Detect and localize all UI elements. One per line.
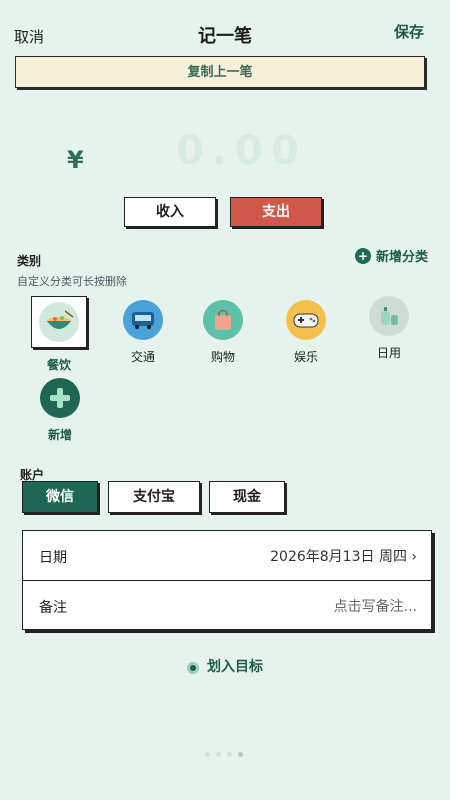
expense-tab[interactable]: 支出 [230, 197, 322, 227]
note-input[interactable]: 点击写备注... [334, 596, 417, 616]
save-button[interactable]: 保存 [394, 21, 424, 42]
category-item-label: 餐饮 [46, 358, 71, 372]
account-option-alipay[interactable]: 支付宝 [108, 481, 200, 513]
details-panel: 日期 2026年8月13日 周四 › 备注 点击写备注... [22, 530, 432, 630]
category-item-transport[interactable]: 交通 [107, 300, 179, 365]
date-label: 日期 [39, 550, 67, 566]
page-dot [205, 752, 210, 757]
bowl-icon [39, 302, 79, 342]
page-dot [238, 752, 243, 757]
page-dot [216, 752, 221, 757]
account-option-cash[interactable]: 现金 [209, 481, 285, 513]
daily-goods-icon [369, 296, 409, 336]
category-item-label: 新增 [47, 428, 72, 442]
gamepad-icon [286, 300, 326, 340]
category-item-label: 交通 [130, 350, 155, 364]
page-title: 记一笔 [198, 26, 252, 47]
copy-last-button[interactable]: 复制上一笔 [15, 56, 425, 88]
account-option-wechat[interactable]: 微信 [22, 481, 98, 513]
date-value: 2026年8月13日 周四 › [270, 549, 417, 565]
category-item-add[interactable]: 新增 [24, 378, 96, 443]
category-item-label: 娱乐 [293, 350, 318, 364]
category-item-dining[interactable]: 餐饮 [23, 296, 95, 373]
amount-input[interactable]: 0.00 [176, 128, 307, 174]
category-hint: 自定义分类可长按删除 [17, 275, 127, 288]
add-category-label: 新增分类 [375, 250, 428, 265]
category-item-label: 日用 [376, 346, 401, 360]
category-item-entertainment[interactable]: 娱乐 [270, 300, 342, 365]
page-dot [227, 752, 232, 757]
category-selected-frame [31, 296, 87, 348]
add-category-icon: + [354, 247, 371, 264]
move-to-goal-link[interactable]: 划入目标 [0, 656, 450, 676]
category-item-shopping[interactable]: 购物 [187, 300, 259, 365]
target-icon [187, 662, 199, 674]
currency-symbol: ¥ [67, 146, 84, 174]
shopping-bag-icon [203, 300, 243, 340]
move-to-goal-label: 划入目标 [207, 659, 263, 675]
note-label: 备注 [39, 600, 67, 616]
date-row[interactable]: 日期 2026年8月13日 周四 › [23, 531, 431, 581]
page-indicator [205, 752, 265, 758]
note-row[interactable]: 备注 点击写备注... [23, 581, 431, 631]
income-tab[interactable]: 收入 [124, 197, 216, 227]
add-category-button[interactable]: + 新增分类 [354, 246, 428, 265]
category-item-daily[interactable]: 日用 [353, 296, 425, 361]
category-item-label: 购物 [210, 350, 235, 364]
bus-icon [123, 300, 163, 340]
plus-icon [40, 378, 80, 418]
category-label: 类别 [17, 254, 42, 268]
